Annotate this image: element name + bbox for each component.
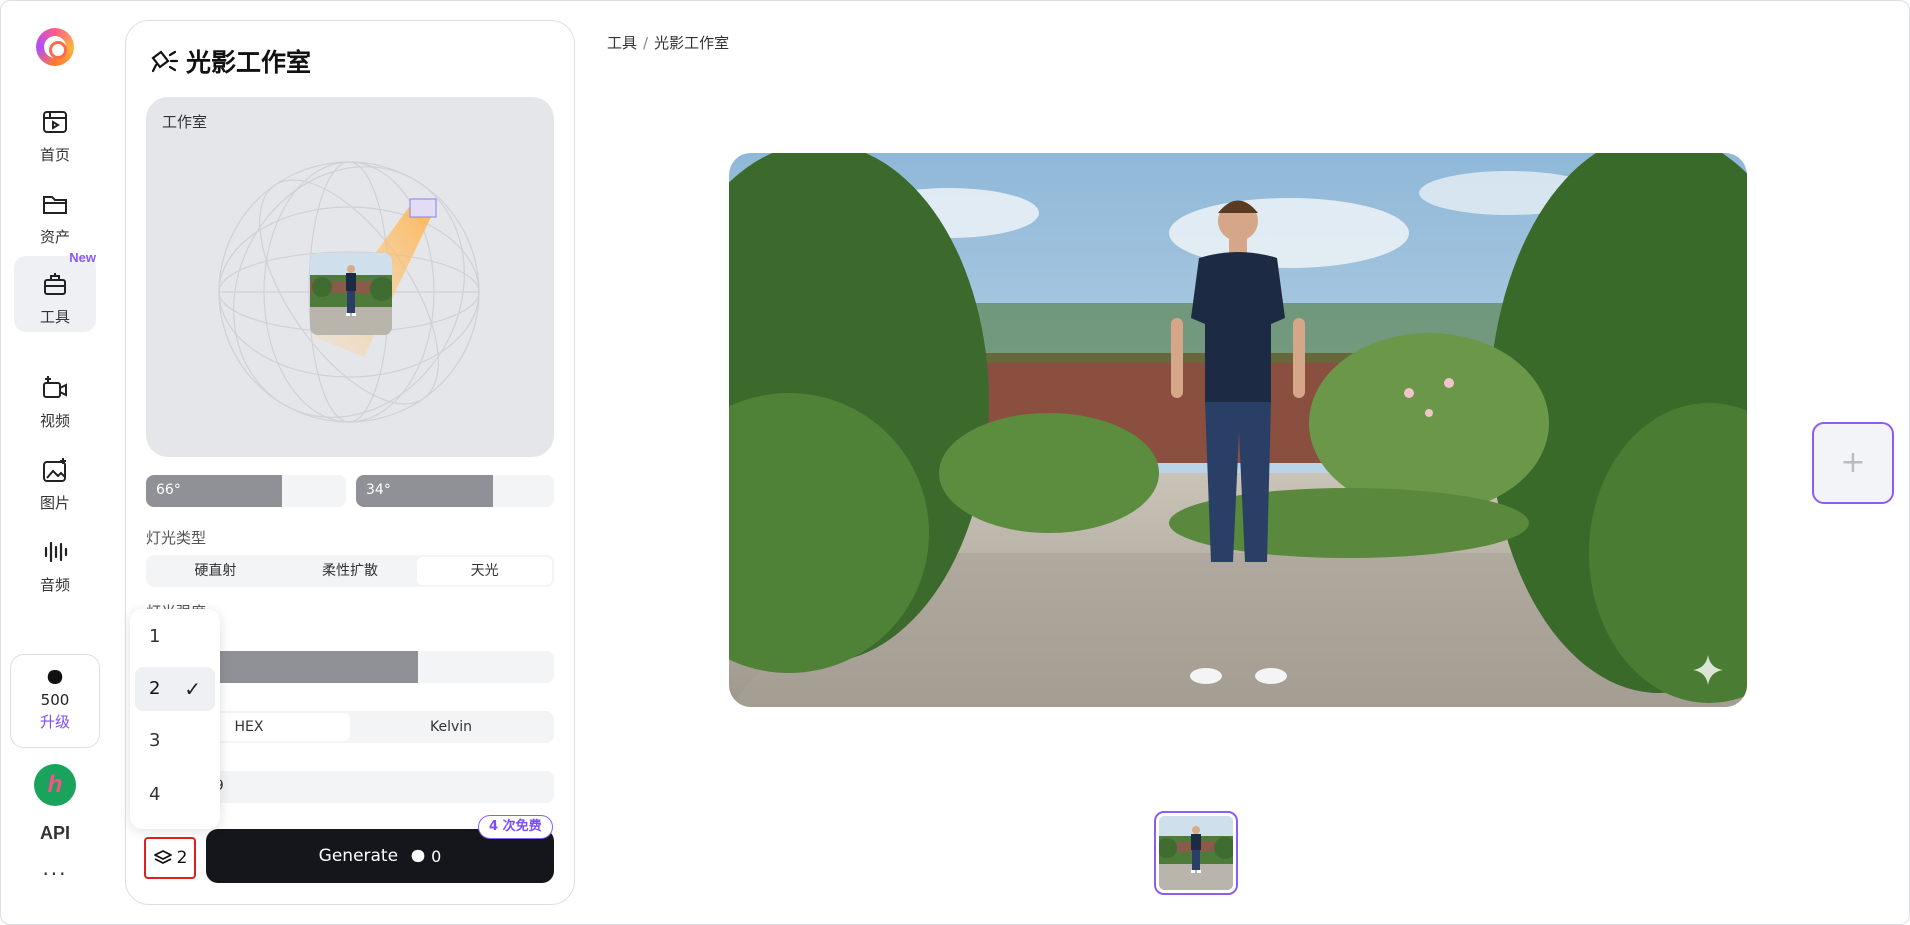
breadcrumb-root[interactable]: 工具: [607, 34, 637, 52]
studio-viewport[interactable]: 工作室: [146, 97, 554, 457]
nav-item-video[interactable]: 视频: [14, 360, 96, 436]
breadcrumb-current: 光影工作室: [654, 34, 730, 52]
count-option-1[interactable]: 1: [135, 615, 215, 659]
studio-label: 工作室: [162, 113, 208, 131]
sparkle-icon: [1693, 655, 1723, 685]
free-uses-badge: 4 次免费: [478, 815, 553, 839]
nav-item-audio[interactable]: 音频: [14, 524, 96, 600]
video-icon: [43, 376, 67, 398]
upgrade-link[interactable]: 升级: [11, 711, 99, 732]
nav-item-label: 工具: [39, 308, 70, 326]
panel-title: 光影工作室: [186, 48, 312, 77]
angle-value: 66°: [156, 482, 181, 498]
home-icon: [43, 111, 67, 133]
more-icon[interactable]: ···: [0, 862, 110, 886]
generate-label: Generate: [318, 846, 399, 866]
api-link[interactable]: API: [0, 823, 110, 844]
count-button[interactable]: 2: [144, 837, 196, 879]
nav-item-label: 资产: [39, 228, 70, 246]
angle-horizontal-slider[interactable]: 66°: [146, 475, 346, 507]
nav-item-label: 首页: [39, 146, 70, 164]
result-thumbnail[interactable]: [1154, 811, 1238, 895]
nav-item-image[interactable]: 图片: [14, 442, 96, 518]
light-type-hard[interactable]: 硬直射: [148, 557, 283, 585]
credits-box[interactable]: 500 升级: [10, 654, 100, 748]
light-type-soft[interactable]: 柔性扩散: [283, 557, 418, 585]
folder-icon: [43, 196, 67, 214]
nav-item-label: 图片: [39, 494, 70, 512]
shell-icon: [11, 669, 99, 689]
app-logo[interactable]: [36, 28, 74, 66]
credits-value: 500: [40, 691, 70, 709]
nav-item-label: 视频: [39, 412, 70, 430]
nav-item-home[interactable]: 首页: [14, 94, 96, 170]
new-badge: New: [69, 250, 96, 265]
panel-header: 光影工作室: [148, 43, 311, 79]
angle-value: 34°: [366, 482, 391, 498]
subject-thumbnail: [310, 253, 392, 335]
breadcrumb-separator: /: [643, 34, 649, 52]
nav-item-assets[interactable]: 资产: [14, 176, 96, 252]
result-thumbnail-image: [1159, 816, 1233, 890]
generate-cost-value: 0: [431, 846, 442, 866]
angle-vertical-slider[interactable]: 34°: [356, 475, 554, 507]
color-mode-kelvin[interactable]: Kelvin: [350, 713, 552, 741]
light-type-label: 灯光类型: [146, 529, 207, 547]
count-dropdown: 1 2 ✓ 3 4: [130, 609, 220, 829]
generate-cost: 0: [410, 847, 441, 866]
audio-icon: [44, 541, 68, 563]
option-label: 4: [149, 784, 161, 805]
shell-icon: [411, 849, 425, 862]
count-option-3[interactable]: 3: [135, 719, 215, 763]
option-label: 3: [149, 730, 161, 751]
add-image-button[interactable]: +: [1812, 422, 1894, 504]
breadcrumb: 工具 / 光影工作室: [607, 32, 729, 53]
nav-item-tools[interactable]: New 工具: [14, 250, 96, 332]
nav-item-label: 音频: [39, 576, 70, 594]
left-nav: 首页 资产 New 工具 视频 图片 音频 500 升级 h API ···: [0, 0, 110, 925]
count-option-2[interactable]: 2 ✓: [135, 667, 215, 711]
count-option-4[interactable]: 4: [135, 773, 215, 817]
option-label: 1: [149, 626, 161, 647]
spotlight-icon: [151, 50, 179, 73]
image-icon: [43, 458, 66, 482]
light-type-sky[interactable]: 天光: [417, 557, 553, 585]
check-icon: ✓: [184, 677, 201, 701]
toolbox-icon: [44, 273, 66, 295]
light-type-selector: 硬直射 柔性扩散 天光: [146, 555, 554, 587]
avatar[interactable]: h: [34, 764, 76, 806]
garden-photo: [729, 153, 1747, 707]
layers-icon: [153, 850, 172, 864]
count-value: 2: [176, 848, 188, 868]
main-preview-image[interactable]: [729, 153, 1747, 707]
option-label: 2: [149, 678, 161, 699]
